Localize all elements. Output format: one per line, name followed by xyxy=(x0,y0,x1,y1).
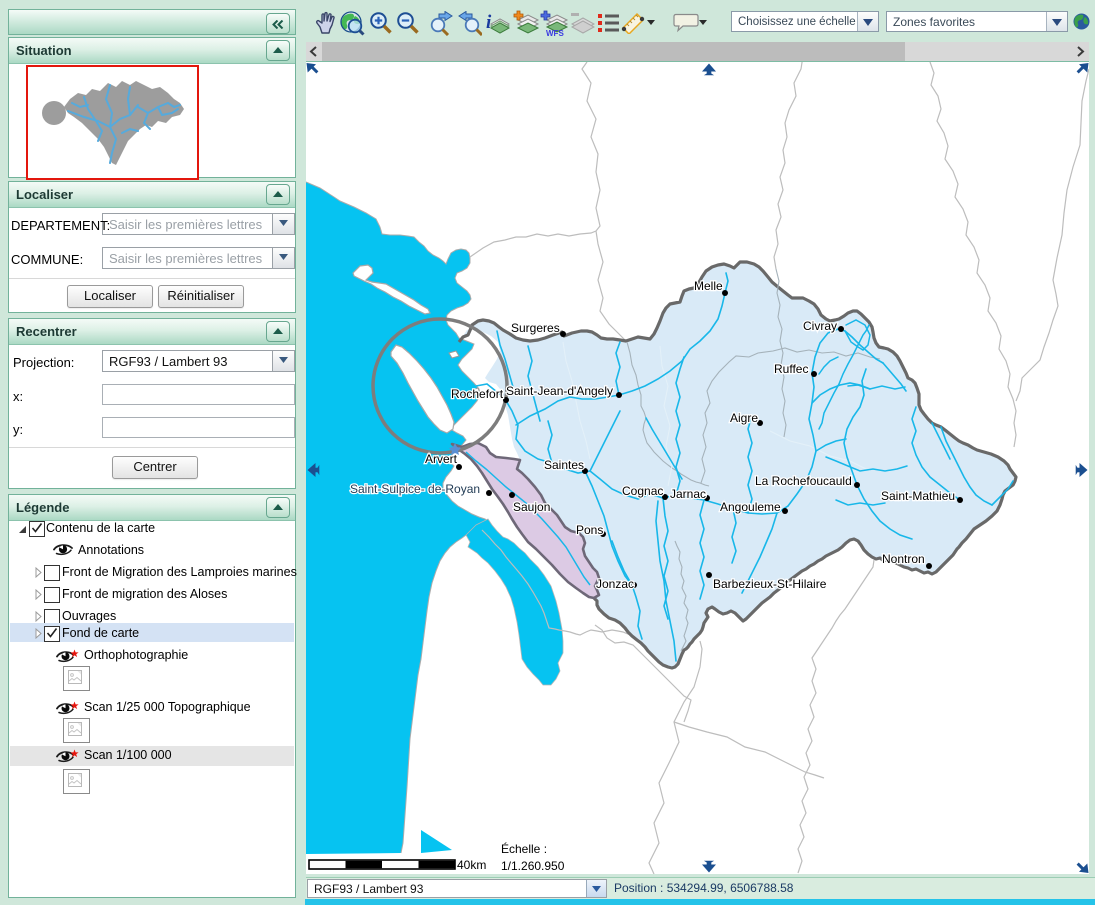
svg-text:Cognac: Cognac xyxy=(622,484,663,498)
svg-text:Melle: Melle xyxy=(694,279,723,293)
svg-text:Nontron: Nontron xyxy=(882,552,925,566)
svg-text:Surgeres: Surgeres xyxy=(511,321,560,335)
svg-text:Angouleme: Angouleme xyxy=(720,500,781,514)
svg-text:Civray: Civray xyxy=(803,319,837,333)
svg-text:Saujon: Saujon xyxy=(513,500,550,514)
svg-text:La Rochefoucauld: La Rochefoucauld xyxy=(755,474,852,488)
svg-text:Pons: Pons xyxy=(576,523,603,537)
svg-text:Saint-Jean-d'Angely: Saint-Jean-d'Angely xyxy=(506,384,613,398)
svg-text:40km: 40km xyxy=(457,858,486,872)
svg-text:Rochefort: Rochefort xyxy=(451,387,504,401)
svg-text:Barbezieux-St-Hilaire: Barbezieux-St-Hilaire xyxy=(713,577,827,591)
svg-text:Jarnac: Jarnac xyxy=(670,487,706,501)
svg-text:Saint-Mathieu: Saint-Mathieu xyxy=(881,489,955,503)
svg-text:Saintes: Saintes xyxy=(544,458,584,472)
svg-text:Arvert: Arvert xyxy=(425,452,458,466)
svg-text:Aigre: Aigre xyxy=(730,411,758,425)
svg-text:i: i xyxy=(486,12,492,33)
svg-text:Ruffec: Ruffec xyxy=(774,362,808,376)
svg-text:1/1.260.950: 1/1.260.950 xyxy=(501,859,565,873)
svg-text:Jonzac: Jonzac xyxy=(596,577,634,591)
svg-text:WFS: WFS xyxy=(546,29,564,37)
svg-text:Échelle :: Échelle : xyxy=(501,841,547,856)
svg-text:Saint-Sulpice- de-Royan: Saint-Sulpice- de-Royan xyxy=(350,482,480,496)
